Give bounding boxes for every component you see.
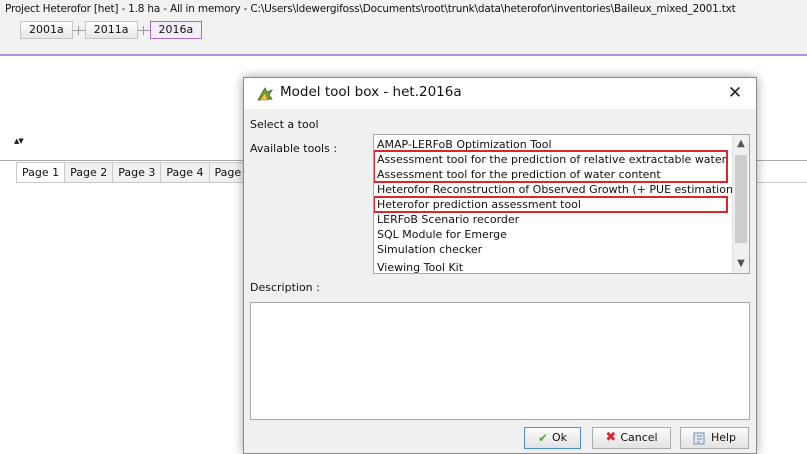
dialog-titlebar[interactable]: Model tool box - het.2016a ✕ [244, 78, 756, 109]
splitter-arrows-icon[interactable]: ▲▼ [14, 137, 24, 145]
tab-page-2[interactable]: Page 2 [65, 162, 114, 183]
check-icon: ✔ [537, 431, 549, 445]
description-label: Description : [250, 281, 320, 294]
highlight-box-prediction-tool [374, 196, 728, 213]
select-tool-label: Select a tool [250, 118, 319, 131]
step-navigator: 2001a 2011a 2016a [20, 21, 203, 39]
ok-button-label: Ok [552, 431, 568, 444]
list-item[interactable]: Heterofor Reconstruction of Observed Gro… [377, 182, 737, 197]
tool-list[interactable]: AMAP-LERFoB Optimization Tool Assessment… [373, 134, 750, 274]
cancel-button[interactable]: ✖ Cancel [592, 427, 671, 449]
page-tabs: Page 1 Page 2 Page 3 Page 4 Page 5 [16, 162, 258, 183]
scroll-up-icon[interactable]: ▲ [733, 136, 749, 152]
tab-page-1[interactable]: Page 1 [16, 162, 66, 183]
tab-page-3[interactable]: Page 3 [113, 162, 162, 183]
step-button-2001a[interactable]: 2001a [20, 21, 73, 39]
available-tools-label: Available tools : [250, 142, 338, 155]
project-title: Project Heterofor [het] - 1.8 ha - All i… [5, 3, 736, 15]
step-button-2011a[interactable]: 2011a [84, 21, 138, 39]
help-button[interactable]: Help [680, 427, 749, 449]
description-box [250, 302, 750, 420]
dialog-title: Model tool box - het.2016a [280, 84, 462, 100]
cancel-button-label: Cancel [620, 431, 658, 444]
step-button-2016a[interactable]: 2016a [149, 21, 203, 39]
list-item[interactable]: SQL Module for Emerge [377, 227, 507, 242]
model-toolbox-dialog: Model tool box - het.2016a ✕ Select a to… [243, 77, 757, 454]
tab-page-4[interactable]: Page 4 [161, 162, 210, 183]
help-book-icon [693, 432, 705, 444]
list-item[interactable]: Simulation checker [377, 242, 482, 257]
scrollbar-thumb[interactable] [735, 155, 747, 243]
project-panel: Project Heterofor [het] - 1.8 ha - All i… [0, 0, 807, 56]
toolbox-app-icon [257, 87, 273, 101]
close-icon[interactable]: ✕ [724, 82, 746, 104]
tool-list-scrollbar[interactable]: ▲ ▼ [732, 135, 749, 273]
step-link [137, 25, 150, 35]
scroll-down-icon[interactable]: ▼ [733, 256, 749, 272]
list-item[interactable]: LERFoB Scenario recorder [377, 212, 519, 227]
list-item[interactable]: Viewing Tool Kit [377, 260, 463, 273]
help-button-label: Help [710, 431, 737, 444]
ok-button[interactable]: ✔ Ok [524, 427, 581, 449]
highlight-box-water-tools [374, 150, 728, 183]
step-link [72, 25, 85, 35]
cancel-x-icon: ✖ [605, 430, 617, 445]
